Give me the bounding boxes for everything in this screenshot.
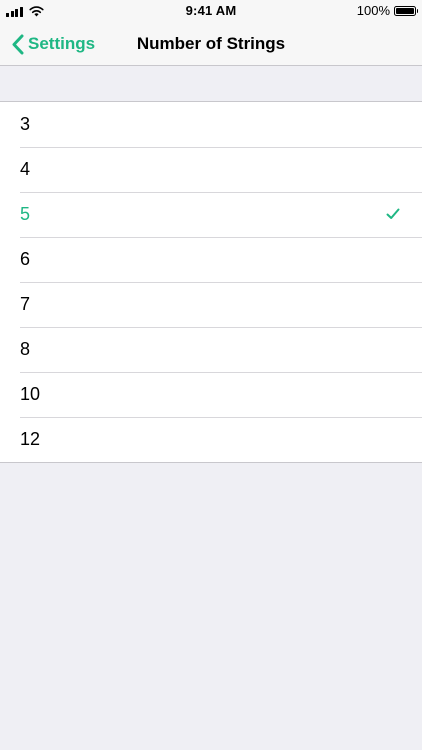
battery-fill — [396, 7, 414, 14]
option-item-4[interactable]: 4 — [0, 147, 422, 192]
option-item-8[interactable]: 8 — [0, 327, 422, 372]
option-label: 12 — [20, 429, 41, 449]
option-label: 10 — [20, 384, 41, 404]
navigation-bar: Settings Number of Strings — [0, 22, 422, 66]
option-label: 5 — [20, 204, 31, 224]
options-list: 3 4 5 6 7 8 10 12 — [0, 101, 422, 463]
status-right: 100% — [356, 3, 418, 18]
option-item-5[interactable]: 5 — [0, 192, 422, 237]
option-item-3[interactable]: 3 — [0, 102, 422, 147]
option-item-12[interactable]: 12 — [0, 417, 422, 462]
option-label: 3 — [20, 114, 31, 134]
battery-percentage: 100% — [356, 3, 390, 18]
option-label: 7 — [20, 294, 31, 314]
option-item-10[interactable]: 10 — [0, 372, 422, 417]
option-item-7[interactable]: 7 — [0, 282, 422, 327]
battery-icon — [394, 5, 418, 16]
option-item-6[interactable]: 6 — [0, 237, 422, 282]
checkmark-icon — [386, 208, 400, 219]
option-label: 6 — [20, 249, 31, 269]
status-bar: 9:41 AM 100% — [0, 0, 422, 22]
option-label: 4 — [20, 159, 31, 179]
page-title: Number of Strings — [136, 34, 286, 53]
option-label: 8 — [20, 339, 31, 359]
